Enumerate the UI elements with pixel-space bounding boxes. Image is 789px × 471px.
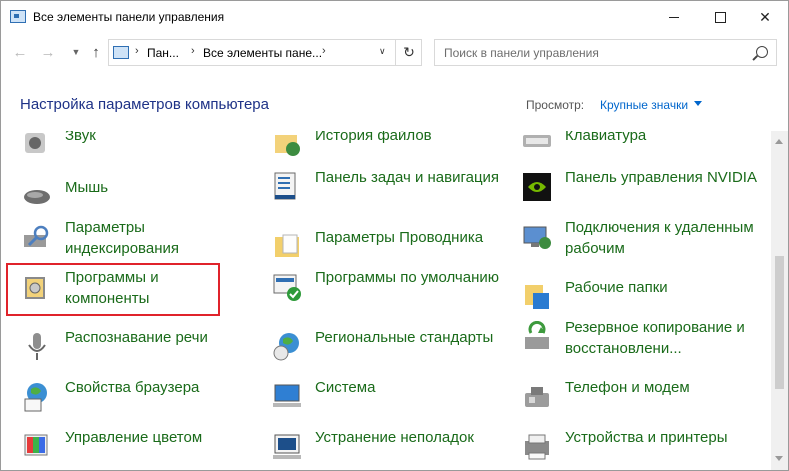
recent-locations-button[interactable]: ▼	[65, 39, 87, 65]
close-button[interactable]: ✕	[742, 1, 788, 34]
nvidia-icon	[523, 173, 551, 201]
item-label: История файлов	[315, 131, 432, 144]
item-label: Клавиатура	[565, 131, 647, 144]
item-system[interactable]: Система	[271, 377, 501, 423]
microphone-icon	[28, 333, 46, 360]
item-internet-options[interactable]: Свойства браузера	[21, 377, 241, 423]
maximize-button[interactable]	[697, 1, 743, 34]
item-label: Панель задач и навигация	[315, 169, 500, 186]
search-input[interactable]: Поиск в панели управления	[434, 39, 777, 66]
item-keyboard[interactable]: Клавиатура	[521, 131, 761, 171]
search-placeholder: Поиск в панели управления	[444, 46, 599, 60]
keyboard-icon	[523, 135, 551, 147]
item-label: Телефон и модем	[565, 379, 690, 396]
scroll-up-icon[interactable]	[775, 139, 783, 144]
control-panel-window: Все элементы панели управления ✕ ← → ▼ ↑…	[0, 0, 789, 471]
minimize-button[interactable]	[651, 1, 697, 34]
troubleshooting-icon	[273, 434, 301, 459]
chevron-down-icon: ▼	[71, 47, 81, 57]
item-label: Звук	[65, 131, 96, 144]
vertical-scrollbar[interactable]	[771, 131, 788, 470]
control-panel-icon	[113, 46, 129, 59]
item-label: Мышь	[65, 179, 109, 196]
item-indexing-options[interactable]: Параметры индексирования	[21, 217, 241, 263]
scrollbar-thumb[interactable]	[775, 256, 784, 389]
mouse-icon	[24, 190, 50, 204]
back-button[interactable]: ←	[9, 39, 31, 65]
caret-down-icon[interactable]	[694, 101, 702, 106]
item-default-programs[interactable]: Программы по умолчанию	[271, 267, 501, 313]
item-troubleshooting[interactable]: Устранение неполадок	[271, 427, 501, 470]
file-history-icon	[275, 135, 300, 156]
item-label: Устранение неполадок	[315, 429, 474, 446]
item-label: Система	[315, 379, 376, 396]
item-label: Панель управления NVIDIA	[565, 169, 757, 186]
speaker-icon	[25, 133, 45, 153]
minimize-icon	[669, 17, 679, 18]
refresh-button[interactable]: ↻	[395, 40, 422, 65]
window-title: Все элементы панели управления	[33, 10, 225, 24]
item-color-management[interactable]: Управление цветом	[21, 427, 241, 470]
item-label: Программы по умолчанию	[315, 269, 499, 286]
arrow-left-icon: ←	[12, 43, 28, 61]
address-bar[interactable]: › Пан... › Все элементы пане... › ∨ ↻	[108, 39, 422, 66]
refresh-icon: ↻	[403, 44, 415, 60]
arrow-right-icon: →	[40, 43, 56, 61]
remote-desktop-icon	[523, 226, 551, 249]
item-label: Подключения к удаленным рабочим	[565, 219, 754, 257]
arrow-up-icon: ↑	[92, 43, 100, 61]
item-backup-and-restore[interactable]: Резервное копирование и восстановлени...	[521, 317, 761, 363]
item-label: Параметры индексирования	[65, 219, 179, 257]
color-management-icon	[24, 434, 48, 456]
item-sound[interactable]: Звук	[21, 131, 241, 171]
region-icon	[273, 333, 299, 361]
page-title: Настройка параметров компьютера	[20, 96, 269, 113]
forward-button[interactable]: →	[37, 39, 59, 65]
chevron-right-icon: ›	[191, 45, 195, 57]
search-icon	[756, 46, 768, 58]
item-file-history[interactable]: История файлов	[271, 131, 501, 171]
item-label: Параметры Проводника	[315, 229, 484, 246]
item-label: Распознавание речи	[65, 329, 208, 346]
phone-modem-icon	[525, 387, 549, 407]
item-speech-recognition[interactable]: Распознавание речи	[21, 327, 241, 373]
breadcrumb-control-panel[interactable]: Пан...	[147, 46, 179, 60]
item-nvidia[interactable]: Панель управления NVIDIA	[521, 167, 761, 213]
item-region[interactable]: Региональные стандарты	[271, 327, 501, 373]
view-by-label: Просмотр:	[526, 98, 585, 112]
scroll-down-icon[interactable]	[775, 456, 783, 461]
chevron-right-icon: ›	[135, 45, 139, 57]
control-panel-icon	[10, 10, 26, 23]
folder-options-icon	[275, 234, 299, 257]
item-label: Устройства и принтеры	[565, 429, 728, 446]
up-button[interactable]: ↑	[85, 39, 107, 65]
item-label: Резервное копирование и восстановлени...	[565, 319, 745, 357]
work-folders-icon	[525, 285, 549, 309]
view-by-dropdown[interactable]: Крупные значки	[600, 98, 688, 112]
breadcrumb-all-items[interactable]: Все элементы пане...	[203, 46, 322, 60]
default-programs-icon	[273, 274, 301, 301]
close-icon: ✕	[759, 9, 771, 25]
item-label: Свойства браузера	[65, 379, 200, 396]
item-taskbar[interactable]: Панель задач и навигация	[271, 167, 501, 213]
item-label: Управление цветом	[65, 429, 203, 446]
devices-printers-icon	[525, 434, 549, 460]
title-bar: Все элементы панели управления ✕	[1, 1, 788, 34]
item-phone-and-modem[interactable]: Телефон и модем	[521, 377, 761, 423]
system-icon	[273, 384, 301, 407]
internet-options-icon	[24, 383, 47, 412]
indexing-icon	[24, 225, 49, 247]
item-remote-desktop[interactable]: Подключения к удаленным рабочим	[521, 217, 761, 263]
item-devices-and-printers[interactable]: Устройства и принтеры	[521, 427, 761, 470]
item-label: Региональные стандарты	[315, 329, 494, 346]
taskbar-icon	[274, 172, 296, 200]
address-dropdown-icon[interactable]: ∨	[379, 46, 386, 57]
maximize-icon	[714, 12, 726, 23]
highlight-frame	[6, 263, 220, 316]
backup-icon	[525, 321, 549, 349]
chevron-right-icon: ›	[322, 45, 326, 57]
item-label: Рабочие папки	[565, 279, 668, 296]
items-grid: Звук История файлов Клавиатура Мышь Пане…	[1, 131, 771, 470]
